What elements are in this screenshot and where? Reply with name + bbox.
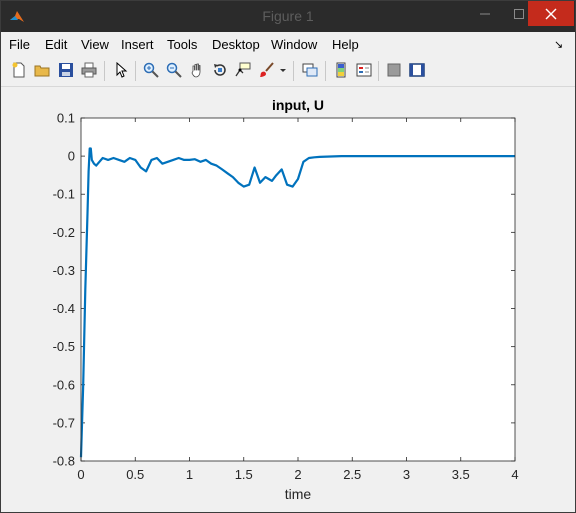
x-tick-label: 4 (511, 467, 518, 482)
figure-window: Figure 1 File Edit View Insert Tools Des… (0, 0, 576, 513)
save-icon[interactable] (57, 61, 75, 79)
minimize-icon (480, 13, 490, 14)
brush-icon[interactable] (258, 61, 276, 79)
menu-edit[interactable]: Edit (45, 37, 67, 52)
rotate-3d-icon[interactable] (211, 61, 229, 79)
toolbar-separator (104, 61, 105, 81)
minimize-button[interactable] (468, 1, 502, 26)
close-icon (545, 8, 557, 19)
zoom-in-icon[interactable] (142, 61, 160, 79)
open-file-icon[interactable] (33, 61, 51, 79)
y-tick-label: -0.6 (53, 377, 75, 392)
print-icon[interactable] (80, 61, 98, 79)
y-tick-label: -0.5 (53, 339, 75, 354)
y-tick-label: -0.7 (53, 415, 75, 430)
x-tick-label: 0 (77, 467, 84, 482)
zoom-out-icon[interactable] (165, 61, 183, 79)
y-tick-label: -0.2 (53, 225, 75, 240)
title-bar[interactable]: Figure 1 (1, 1, 575, 32)
x-tick-label: 3 (403, 467, 410, 482)
figure-toolbar (1, 56, 575, 87)
menu-desktop[interactable]: Desktop (212, 37, 260, 52)
y-tick-label: -0.8 (53, 454, 75, 469)
edit-plot-icon[interactable] (112, 61, 130, 79)
brush-dropdown-icon[interactable] (278, 61, 288, 79)
toolbar-separator (325, 61, 326, 81)
y-tick-label: -0.3 (53, 263, 75, 278)
hide-plot-tools-icon[interactable] (385, 61, 403, 79)
insert-colorbar-icon[interactable] (332, 61, 350, 79)
dock-arrow-icon[interactable]: ↘ (554, 38, 563, 51)
close-button[interactable] (528, 1, 574, 26)
x-tick-label: 0.5 (126, 467, 144, 482)
new-figure-icon[interactable] (10, 61, 28, 79)
insert-legend-icon[interactable] (355, 61, 373, 79)
menu-file[interactable]: File (9, 37, 30, 52)
toolbar-separator (378, 61, 379, 81)
y-tick-label: 0 (68, 149, 75, 164)
link-plot-icon[interactable] (301, 61, 319, 79)
maximize-icon (514, 8, 524, 19)
toolbar-separator (293, 61, 294, 81)
menu-bar: File Edit View Insert Tools Desktop Wind… (1, 33, 575, 55)
menu-view[interactable]: View (81, 37, 109, 52)
toolbar-separator (135, 61, 136, 81)
y-tick-label: 0.1 (57, 111, 75, 126)
menu-tools[interactable]: Tools (167, 37, 197, 52)
line-chart[interactable]: input, U time 0.1 0 -0.1 -0.2 -0.3 -0.4 -0.5 -0… (9, 89, 569, 507)
x-tick-label: 2.5 (343, 467, 361, 482)
data-cursor-icon[interactable] (234, 61, 252, 79)
x-tick-label: 3.5 (452, 467, 470, 482)
y-tick-label: -0.4 (53, 301, 75, 316)
x-axis-label: time (285, 486, 312, 502)
pan-icon[interactable] (188, 61, 206, 79)
show-plot-tools-icon[interactable] (408, 61, 426, 79)
x-tick-label: 2 (294, 467, 301, 482)
x-tick-label: 1 (186, 467, 193, 482)
menu-window[interactable]: Window (271, 37, 317, 52)
y-tick-label: -0.1 (53, 187, 75, 202)
menu-help[interactable]: Help (332, 37, 359, 52)
figure-canvas: input, U time 0.1 0 -0.1 -0.2 -0.3 -0.4 -0.5 -0… (9, 89, 569, 507)
chart-title: input, U (272, 97, 324, 113)
x-tick-label: 1.5 (235, 467, 253, 482)
menu-insert[interactable]: Insert (121, 37, 154, 52)
